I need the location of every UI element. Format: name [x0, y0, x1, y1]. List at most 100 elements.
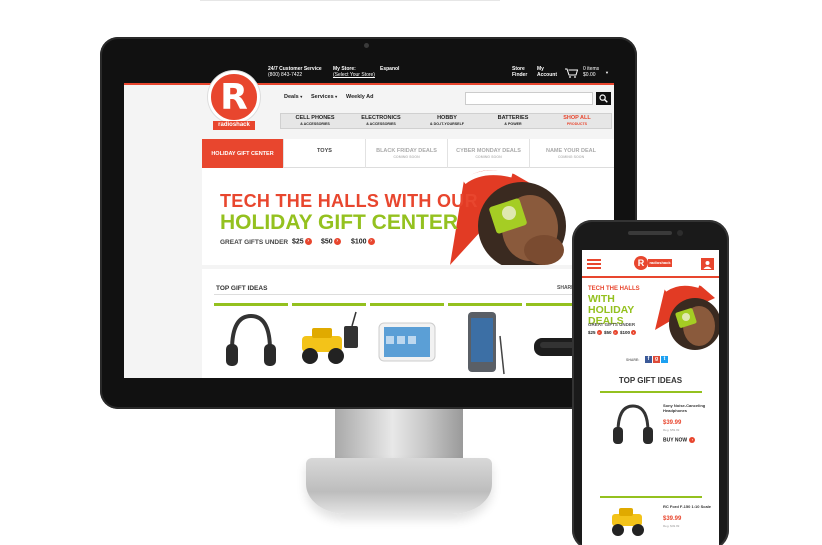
- tab-name-your-deal[interactable]: NAME YOUR DEAL COMING SOON: [530, 139, 612, 168]
- tablet-image: [378, 322, 436, 362]
- top-divider: [200, 0, 500, 1]
- arrow-right-icon: ›: [333, 238, 341, 245]
- category-sub: PRODUCTS: [566, 122, 588, 126]
- category-bar: CELL PHONES & ACCESSORIES ELECTRONICS & AC…: [280, 113, 612, 129]
- tab-label: HOLIDAY GIFT CENTER: [211, 151, 274, 157]
- category-sub: & POWER: [504, 122, 522, 126]
- arrow-right-icon: ›: [304, 238, 312, 245]
- mobile-phone: R radioshack TECH THE HALLS WITH HOLIDAY…: [572, 220, 729, 545]
- customer-service-phone: (800) 843-7422: [268, 72, 303, 78]
- chevron-down-icon[interactable]: ▼: [605, 70, 609, 76]
- phone-camera: [677, 230, 683, 236]
- price-label: $100: [620, 330, 631, 335]
- headphones-image: [226, 313, 276, 366]
- user-icon[interactable]: [701, 258, 714, 270]
- gifts-divider: [214, 294, 612, 295]
- arrow-right-icon: ›: [631, 330, 637, 336]
- hero-subline: GREAT GIFTS UNDER: [220, 239, 289, 246]
- cart-total: $0.00: [583, 72, 596, 78]
- logo-wordmark: radioshack: [213, 121, 255, 130]
- rc-truck-image: [302, 311, 358, 364]
- mobile-hero-photo: [655, 281, 719, 350]
- holiday-tabs: HOLIDAY GIFT CENTER TOYS BLACK FRIDAY DE…: [202, 139, 614, 168]
- mobile-logo-wordmark: radioshack: [648, 259, 672, 267]
- rc-truck-image[interactable]: [606, 500, 656, 540]
- gifts-divider: [600, 496, 702, 498]
- google-plus-icon[interactable]: g: [653, 356, 660, 363]
- product-card[interactable]: [292, 303, 366, 378]
- price-link-100[interactable]: $100 ›: [351, 238, 375, 245]
- mobile-price-link-50[interactable]: $50 ›: [604, 330, 618, 336]
- arrow-right-icon: ›: [612, 330, 618, 336]
- search-button[interactable]: [596, 92, 611, 105]
- cart-summary[interactable]: 0 items $0.00: [583, 66, 599, 78]
- mobile-hero-headline-1: TECH THE HALLS: [588, 286, 640, 292]
- mobile-hero-subline: GREAT GIFTS UNDER: [588, 322, 636, 327]
- category-sub: & DO-IT-YOURSELF: [430, 122, 464, 126]
- mobile-price-link-100[interactable]: $100 ›: [620, 330, 637, 336]
- store-finder-line2: Finder: [512, 72, 528, 78]
- buy-now-button[interactable]: BUY NOW ›: [663, 437, 696, 444]
- price-label: $25: [588, 330, 596, 335]
- tab-cyber-monday[interactable]: CYBER MONDAY DEALS COMING SOON: [448, 139, 530, 168]
- search-input[interactable]: [465, 92, 593, 105]
- tab-black-friday[interactable]: BLACK FRIDAY DEALS COMING SOON: [366, 139, 448, 168]
- mobile-top-gifts-title: TOP GIFT IDEAS: [618, 376, 683, 385]
- radioshack-logo[interactable]: R: [208, 71, 260, 123]
- language-link[interactable]: Espanol: [380, 66, 399, 72]
- category-hobby[interactable]: HOBBY & DO-IT-YOURSELF: [415, 115, 479, 127]
- tab-holiday-gift-center[interactable]: HOLIDAY GIFT CENTER: [202, 139, 284, 168]
- category-cell-phones[interactable]: CELL PHONES & ACCESSORIES: [283, 115, 347, 127]
- phone-screen: R radioshack TECH THE HALLS WITH HOLIDAY…: [582, 250, 719, 545]
- price-link-25[interactable]: $25 ›: [292, 238, 312, 245]
- product-card[interactable]: [448, 303, 522, 378]
- my-store[interactable]: My Store: (Select Your Store): [333, 66, 375, 78]
- my-account-link[interactable]: My Account: [537, 66, 557, 78]
- product-name[interactable]: RC Ford F-150 1:10 Scale: [663, 504, 713, 509]
- cart-icon[interactable]: [565, 68, 579, 80]
- mobile-price-link-25[interactable]: $25 ›: [588, 330, 602, 336]
- deals-menu[interactable]: Deals ▾: [284, 94, 302, 100]
- product-name[interactable]: Sony Noise-Canceling Headphones: [663, 403, 713, 413]
- logo-letter: R: [220, 76, 248, 118]
- facebook-icon[interactable]: f: [645, 356, 652, 363]
- price-label: $100: [351, 238, 367, 246]
- my-account-line2: Account: [537, 72, 557, 78]
- services-label: Services: [311, 94, 334, 100]
- hero-headline-1: TECH THE HALLS WITH OUR: [220, 191, 478, 211]
- arrow-right-icon: ›: [367, 238, 375, 245]
- buy-now-label: BUY NOW: [663, 437, 688, 444]
- utility-bar: 24/7 Customer Service (800) 843-7422 My …: [124, 63, 614, 83]
- price-link-50[interactable]: $50 ›: [321, 238, 341, 245]
- customer-service[interactable]: 24/7 Customer Service (800) 843-7422: [268, 66, 322, 78]
- tab-label: TOYS: [317, 148, 332, 154]
- product-reg-price: Reg. $49.99: [663, 524, 680, 528]
- twitter-icon[interactable]: t: [661, 356, 668, 363]
- hamburger-menu-icon[interactable]: [587, 259, 601, 269]
- product-card[interactable]: [370, 303, 444, 378]
- weekly-ad-link[interactable]: Weekly Ad: [346, 94, 374, 100]
- tab-toys[interactable]: TOYS: [284, 139, 366, 168]
- category-sub: & ACCESSORIES: [366, 122, 396, 126]
- top-gifts-title: TOP GIFT IDEAS: [216, 285, 268, 292]
- services-menu[interactable]: Services ▾: [311, 94, 337, 100]
- mobile-logo[interactable]: R: [634, 256, 648, 270]
- chevron-down-icon: ▾: [335, 94, 338, 99]
- product-card[interactable]: [214, 303, 288, 378]
- search-icon: [599, 94, 608, 103]
- product-price: $39.99: [663, 420, 682, 426]
- category-electronics[interactable]: ELECTRONICS & ACCESSORIES: [349, 115, 413, 127]
- monitor-base: [306, 458, 492, 514]
- headphones-image[interactable]: [608, 400, 658, 450]
- tab-sub: COMING SOON: [393, 155, 420, 159]
- chevron-down-icon: ▾: [300, 94, 303, 99]
- store-finder-link[interactable]: Store Finder: [512, 66, 527, 78]
- product-reg-price: Reg. $59.99: [663, 428, 680, 432]
- arrow-right-icon: ›: [689, 437, 696, 443]
- category-sub: & ACCESSORIES: [300, 122, 330, 126]
- price-label: $25: [292, 238, 304, 246]
- select-store-link[interactable]: (Select Your Store): [333, 72, 375, 78]
- product-price: $39.99: [663, 516, 682, 522]
- category-batteries[interactable]: BATTERIES & POWER: [481, 115, 545, 127]
- category-shop-all[interactable]: SHOP ALL PRODUCTS: [545, 115, 609, 127]
